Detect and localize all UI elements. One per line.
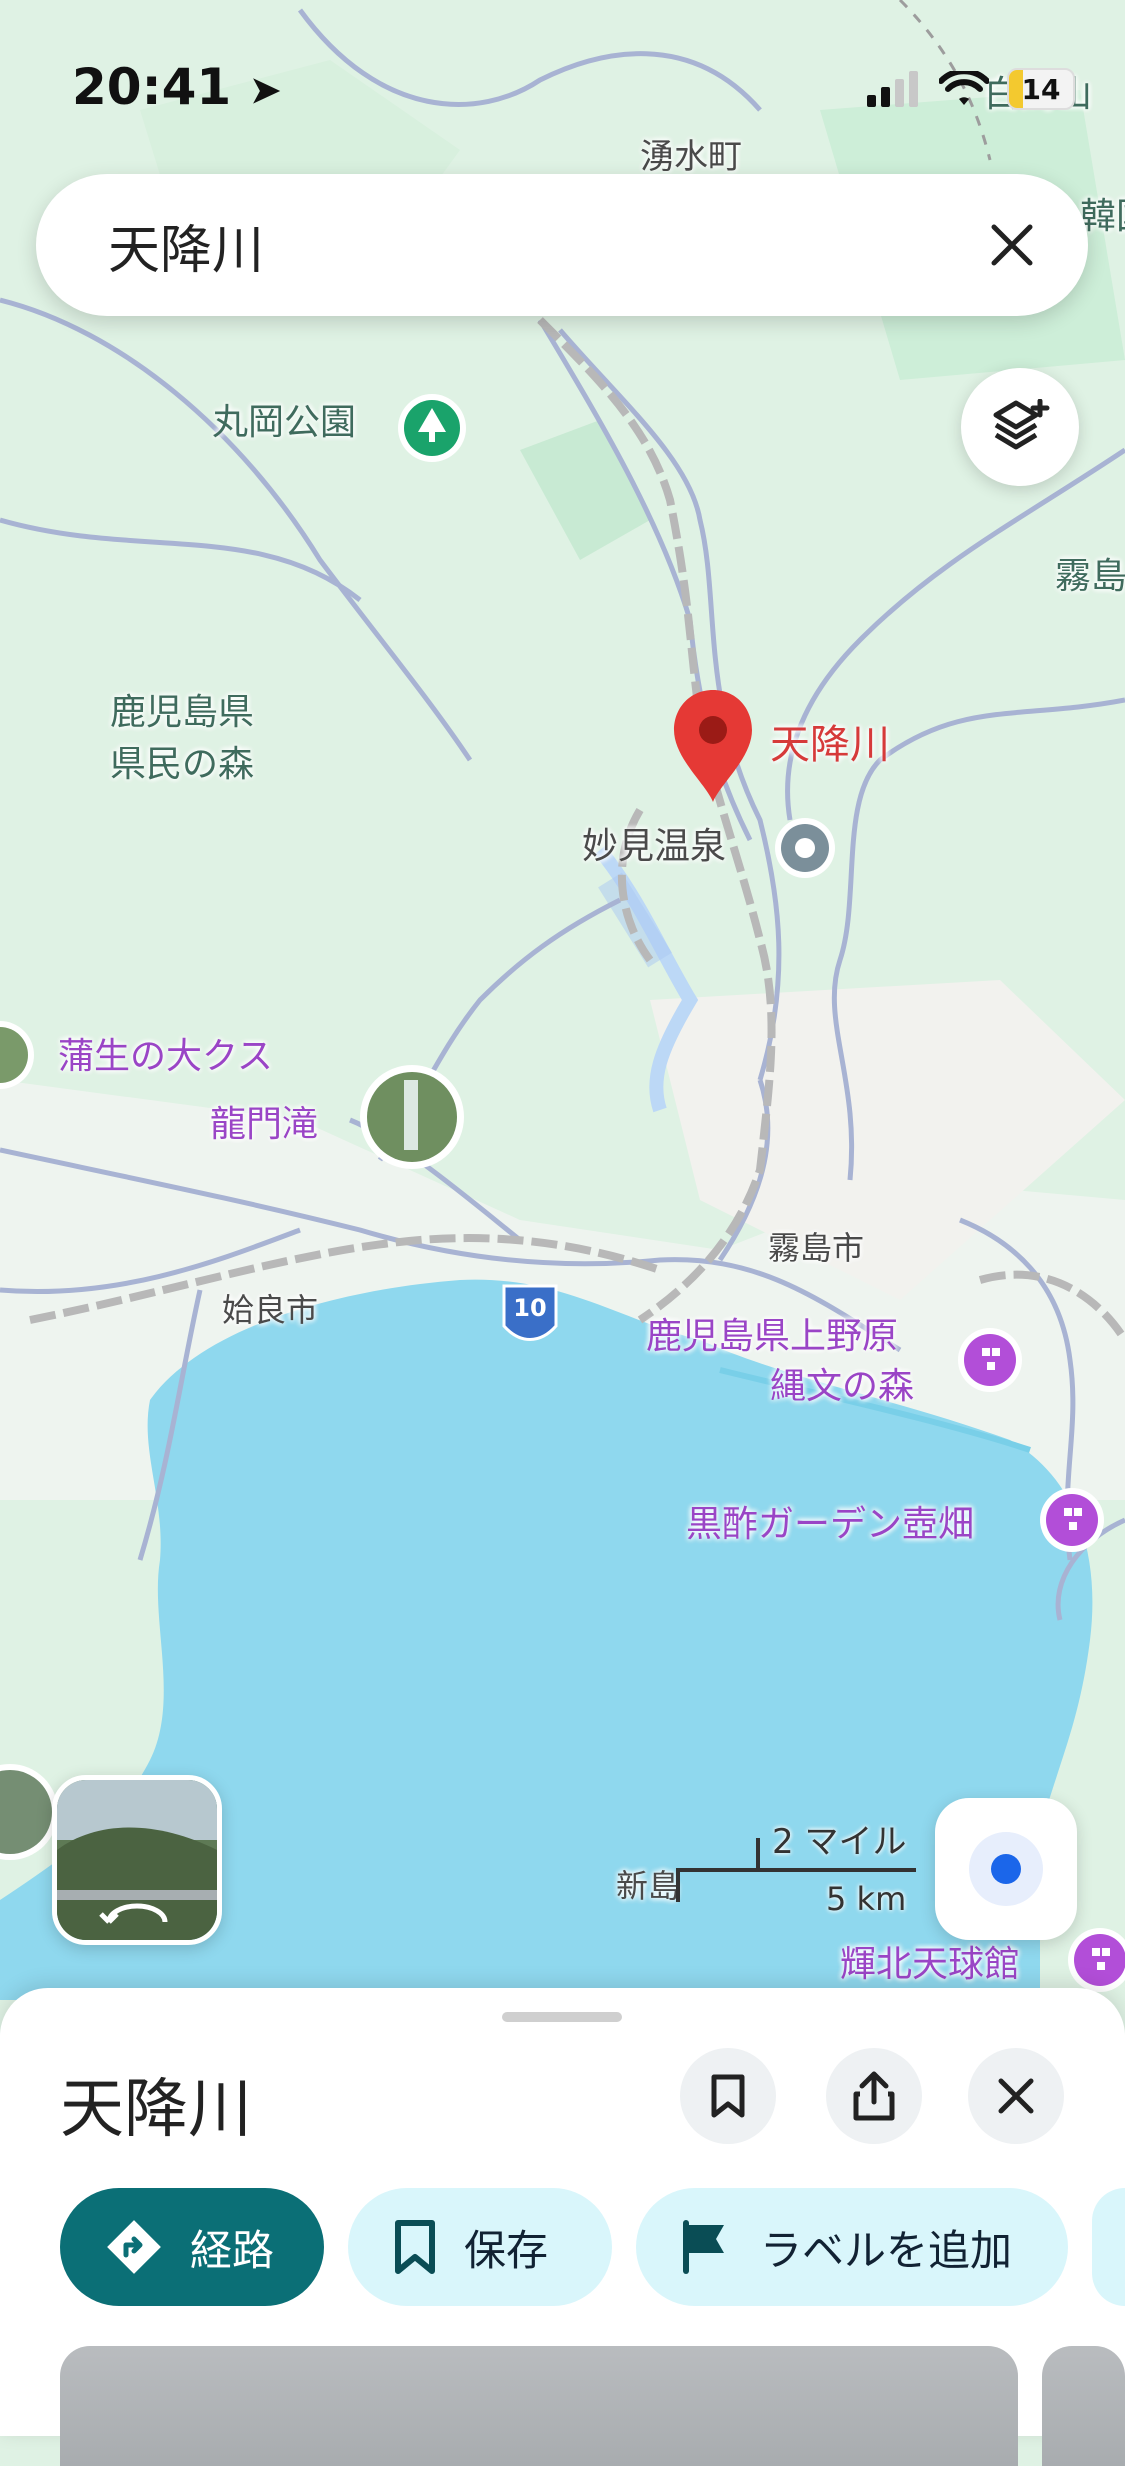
route-10-shield: 10	[513, 1294, 547, 1322]
map-label-kirishima-city[interactable]: 霧島市	[768, 1230, 864, 1267]
map-label-myoken[interactable]: 妙見温泉	[582, 826, 726, 867]
my-location-button[interactable]	[935, 1798, 1077, 1940]
map-pin-icon[interactable]	[672, 690, 754, 802]
map-label-uenohara-line2[interactable]: 縄文の森	[770, 1366, 914, 1407]
map-label-kenmin-line2[interactable]: 県民の森	[110, 744, 254, 785]
bookmark-icon	[711, 2074, 745, 2118]
place-sheet[interactable]: 天降川 経路 保存 ラベルを追加	[0, 1988, 1125, 2466]
photo-card[interactable]	[60, 2346, 1018, 2466]
map-label-kihoku[interactable]: 輝北天球館	[840, 1944, 1020, 1985]
map-label-kamou[interactable]: 蒲生の大クス	[58, 1036, 273, 1077]
signal-icon	[867, 71, 918, 107]
scale-km: 5 km	[826, 1880, 907, 1918]
share-button[interactable]	[826, 2048, 922, 2144]
status-icons: 14	[867, 68, 1075, 110]
map-label-ryumon[interactable]: 龍門滝	[210, 1104, 318, 1145]
share-icon	[853, 2071, 895, 2121]
location-arrow-icon: ➤	[248, 67, 283, 114]
street-view-thumbnail[interactable]	[52, 1775, 222, 1945]
layers-icon	[993, 399, 1050, 450]
save-button[interactable]: 保存	[348, 2188, 612, 2306]
close-sheet-button[interactable]	[968, 2048, 1064, 2144]
my-location-icon	[969, 1832, 1043, 1906]
layers-button[interactable]	[961, 368, 1079, 486]
bookmark-icon	[392, 2219, 438, 2275]
place-title: 天降川	[60, 2073, 252, 2147]
photo-card-next[interactable]	[1042, 2346, 1125, 2466]
search-bar[interactable]: 天降川	[36, 174, 1088, 316]
map-scale: 2 マイル 5 km	[616, 1820, 916, 1918]
map-label-kenmin-line1[interactable]: 鹿児島県	[110, 692, 254, 733]
scale-miles: 2 マイル	[772, 1822, 907, 1862]
map-label-kurozu[interactable]: 黒酢ガーデン壺畑	[686, 1504, 974, 1545]
wifi-icon	[939, 71, 989, 105]
directions-label: 経路	[190, 2225, 275, 2275]
sheet-grabber[interactable]	[502, 2012, 622, 2022]
search-query[interactable]: 天降川	[108, 208, 972, 283]
map-label-maruoka[interactable]: 丸岡公園	[212, 402, 356, 443]
save-label: 保存	[464, 2225, 549, 2275]
directions-icon	[104, 2217, 164, 2277]
map-label-pin[interactable]: 天降川	[770, 722, 890, 768]
map-label-kirishima-top[interactable]: 霧島	[1055, 556, 1125, 597]
close-icon	[991, 224, 1033, 266]
bookmark-button[interactable]	[680, 2048, 776, 2144]
status-time: 20:41 ➤	[72, 58, 283, 116]
directions-button[interactable]: 経路	[60, 2188, 324, 2306]
map-label-yusui[interactable]: 湧水町	[640, 137, 742, 177]
street-view-image	[57, 1780, 217, 1940]
add-label-button[interactable]: ラベルを追加	[636, 2188, 1068, 2306]
map-label-uenohara-line1[interactable]: 鹿児島県上野原	[646, 1316, 898, 1357]
more-chip[interactable]	[1092, 2188, 1125, 2306]
map-label-aira[interactable]: 姶良市	[222, 1292, 318, 1329]
battery-icon: 14	[1007, 68, 1075, 110]
close-icon	[998, 2078, 1034, 2114]
add-label-label: ラベルを追加	[760, 2225, 1013, 2275]
flag-icon	[680, 2219, 734, 2275]
clear-search-button[interactable]	[972, 205, 1052, 285]
